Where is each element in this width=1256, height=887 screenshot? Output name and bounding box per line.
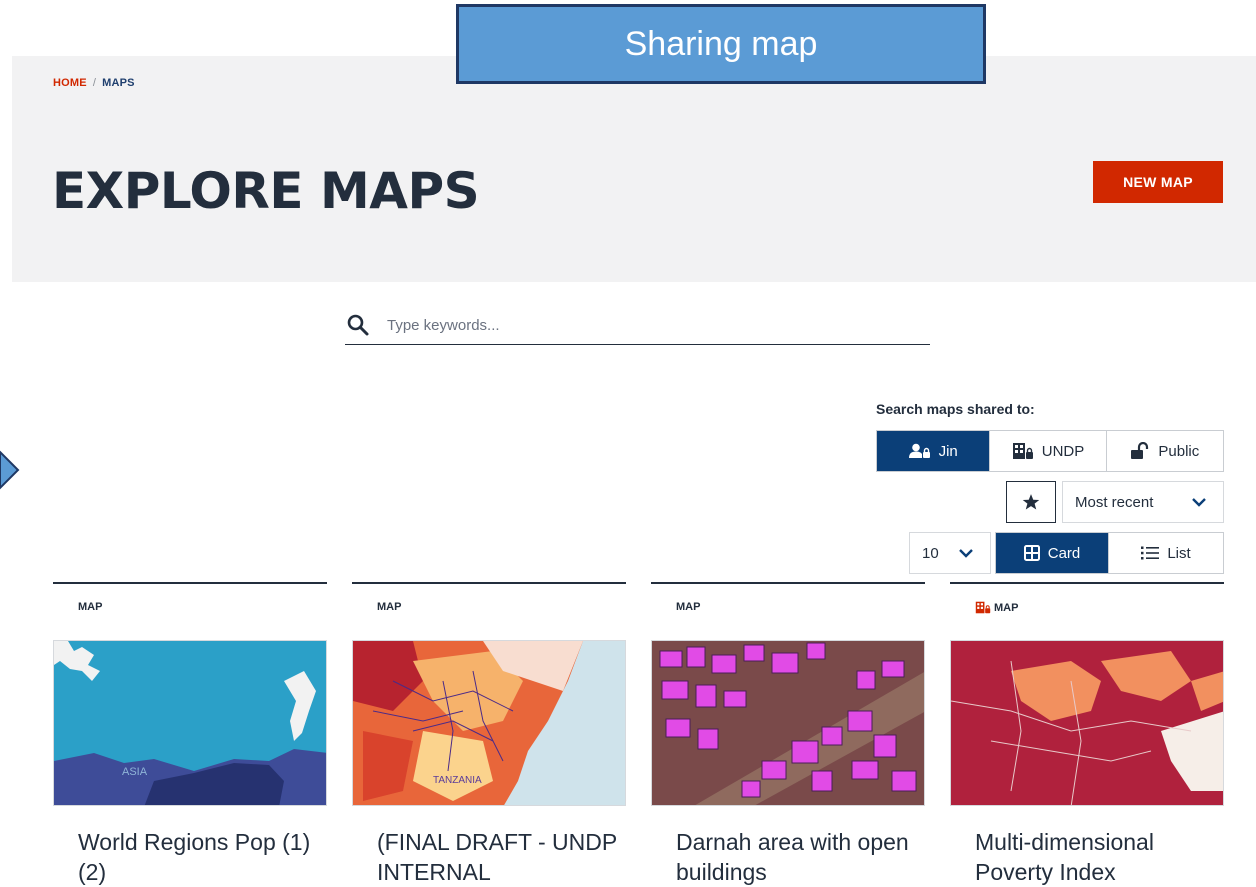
view-option-label: Card (1047, 544, 1081, 562)
breadcrumb-current: MAPS (102, 77, 135, 89)
map-thumbnail[interactable] (651, 640, 925, 806)
list-icon (1141, 546, 1160, 560)
map-label: TANZANIA (433, 775, 482, 786)
card-title[interactable]: (FINAL DRAFT - UNDP INTERNAL (377, 827, 617, 887)
search-input[interactable] (385, 315, 909, 335)
share-option-undp[interactable]: UNDP (990, 431, 1107, 471)
chevron-down-icon (959, 549, 973, 558)
breadcrumb-separator: / (92, 77, 97, 89)
breadcrumb: HOME / MAPS (53, 77, 135, 89)
user-lock-icon (908, 443, 930, 458)
share-option-label: UNDP (1041, 442, 1085, 460)
card-title[interactable]: World Regions Pop (1) (2) (78, 827, 318, 887)
building-lock-icon (975, 601, 991, 614)
map-thumbnail[interactable]: ASIA (53, 640, 327, 806)
view-option-label: List (1167, 544, 1191, 562)
search-icon[interactable] (346, 313, 370, 337)
card-type-label: MAP (676, 601, 700, 613)
overlay-banner: Sharing map (456, 4, 986, 84)
unlock-icon (1131, 442, 1149, 459)
map-card[interactable]: MAP Darnah area with open buildings (651, 582, 925, 885)
view-option-list[interactable]: List (1109, 533, 1223, 573)
per-page-value: 10 (922, 544, 939, 562)
share-option-jin[interactable]: Jin (877, 431, 991, 471)
building-lock-icon (1012, 443, 1033, 459)
page-title: EXPLORE MAPS (52, 162, 480, 220)
card-type-label: MAP (975, 601, 1018, 614)
map-card[interactable]: MAP ASIA World Regions Pop (1) (2) (53, 582, 327, 885)
map-card[interactable]: MAP Multi-dimensional Poverty Index (950, 582, 1224, 885)
view-toggle-group: Card List (995, 532, 1224, 574)
sort-select-value: Most recent (1075, 493, 1154, 511)
sort-select[interactable]: Most recent (1062, 481, 1224, 523)
breadcrumb-home[interactable]: HOME (53, 77, 87, 89)
share-option-label: Jin (938, 442, 958, 460)
map-card[interactable]: MAP TANZANIA (FINAL DRAFT - UNDP INTERNA… (352, 582, 626, 885)
shared-to-label: Search maps shared to: (876, 401, 1035, 417)
search-bar (345, 306, 930, 345)
card-type-label: MAP (377, 601, 401, 613)
share-filter-group: Jin UNDP Public (876, 430, 1224, 472)
card-type-text: MAP (377, 601, 402, 613)
per-page-select[interactable]: 10 (909, 532, 991, 574)
star-icon (1022, 494, 1040, 510)
card-type-text: MAP (78, 601, 103, 613)
map-thumbnail[interactable] (950, 640, 1224, 806)
grid-icon (1023, 545, 1040, 561)
share-option-label: Public (1158, 442, 1200, 460)
share-option-public[interactable]: Public (1106, 431, 1223, 471)
arrow-right-icon (0, 450, 20, 490)
card-type-label: MAP (78, 601, 102, 613)
card-title[interactable]: Darnah area with open buildings (676, 827, 916, 887)
map-thumbnail[interactable]: TANZANIA (352, 640, 626, 806)
card-type-text: MAP (676, 601, 701, 613)
favorites-button[interactable] (1006, 481, 1056, 523)
view-option-card[interactable]: Card (996, 533, 1110, 573)
map-label: ASIA (122, 766, 148, 778)
card-type-text: MAP (994, 601, 1019, 614)
new-map-button[interactable]: NEW MAP (1093, 161, 1223, 203)
chevron-down-icon (1192, 498, 1206, 507)
card-title[interactable]: Multi-dimensional Poverty Index (975, 827, 1215, 887)
